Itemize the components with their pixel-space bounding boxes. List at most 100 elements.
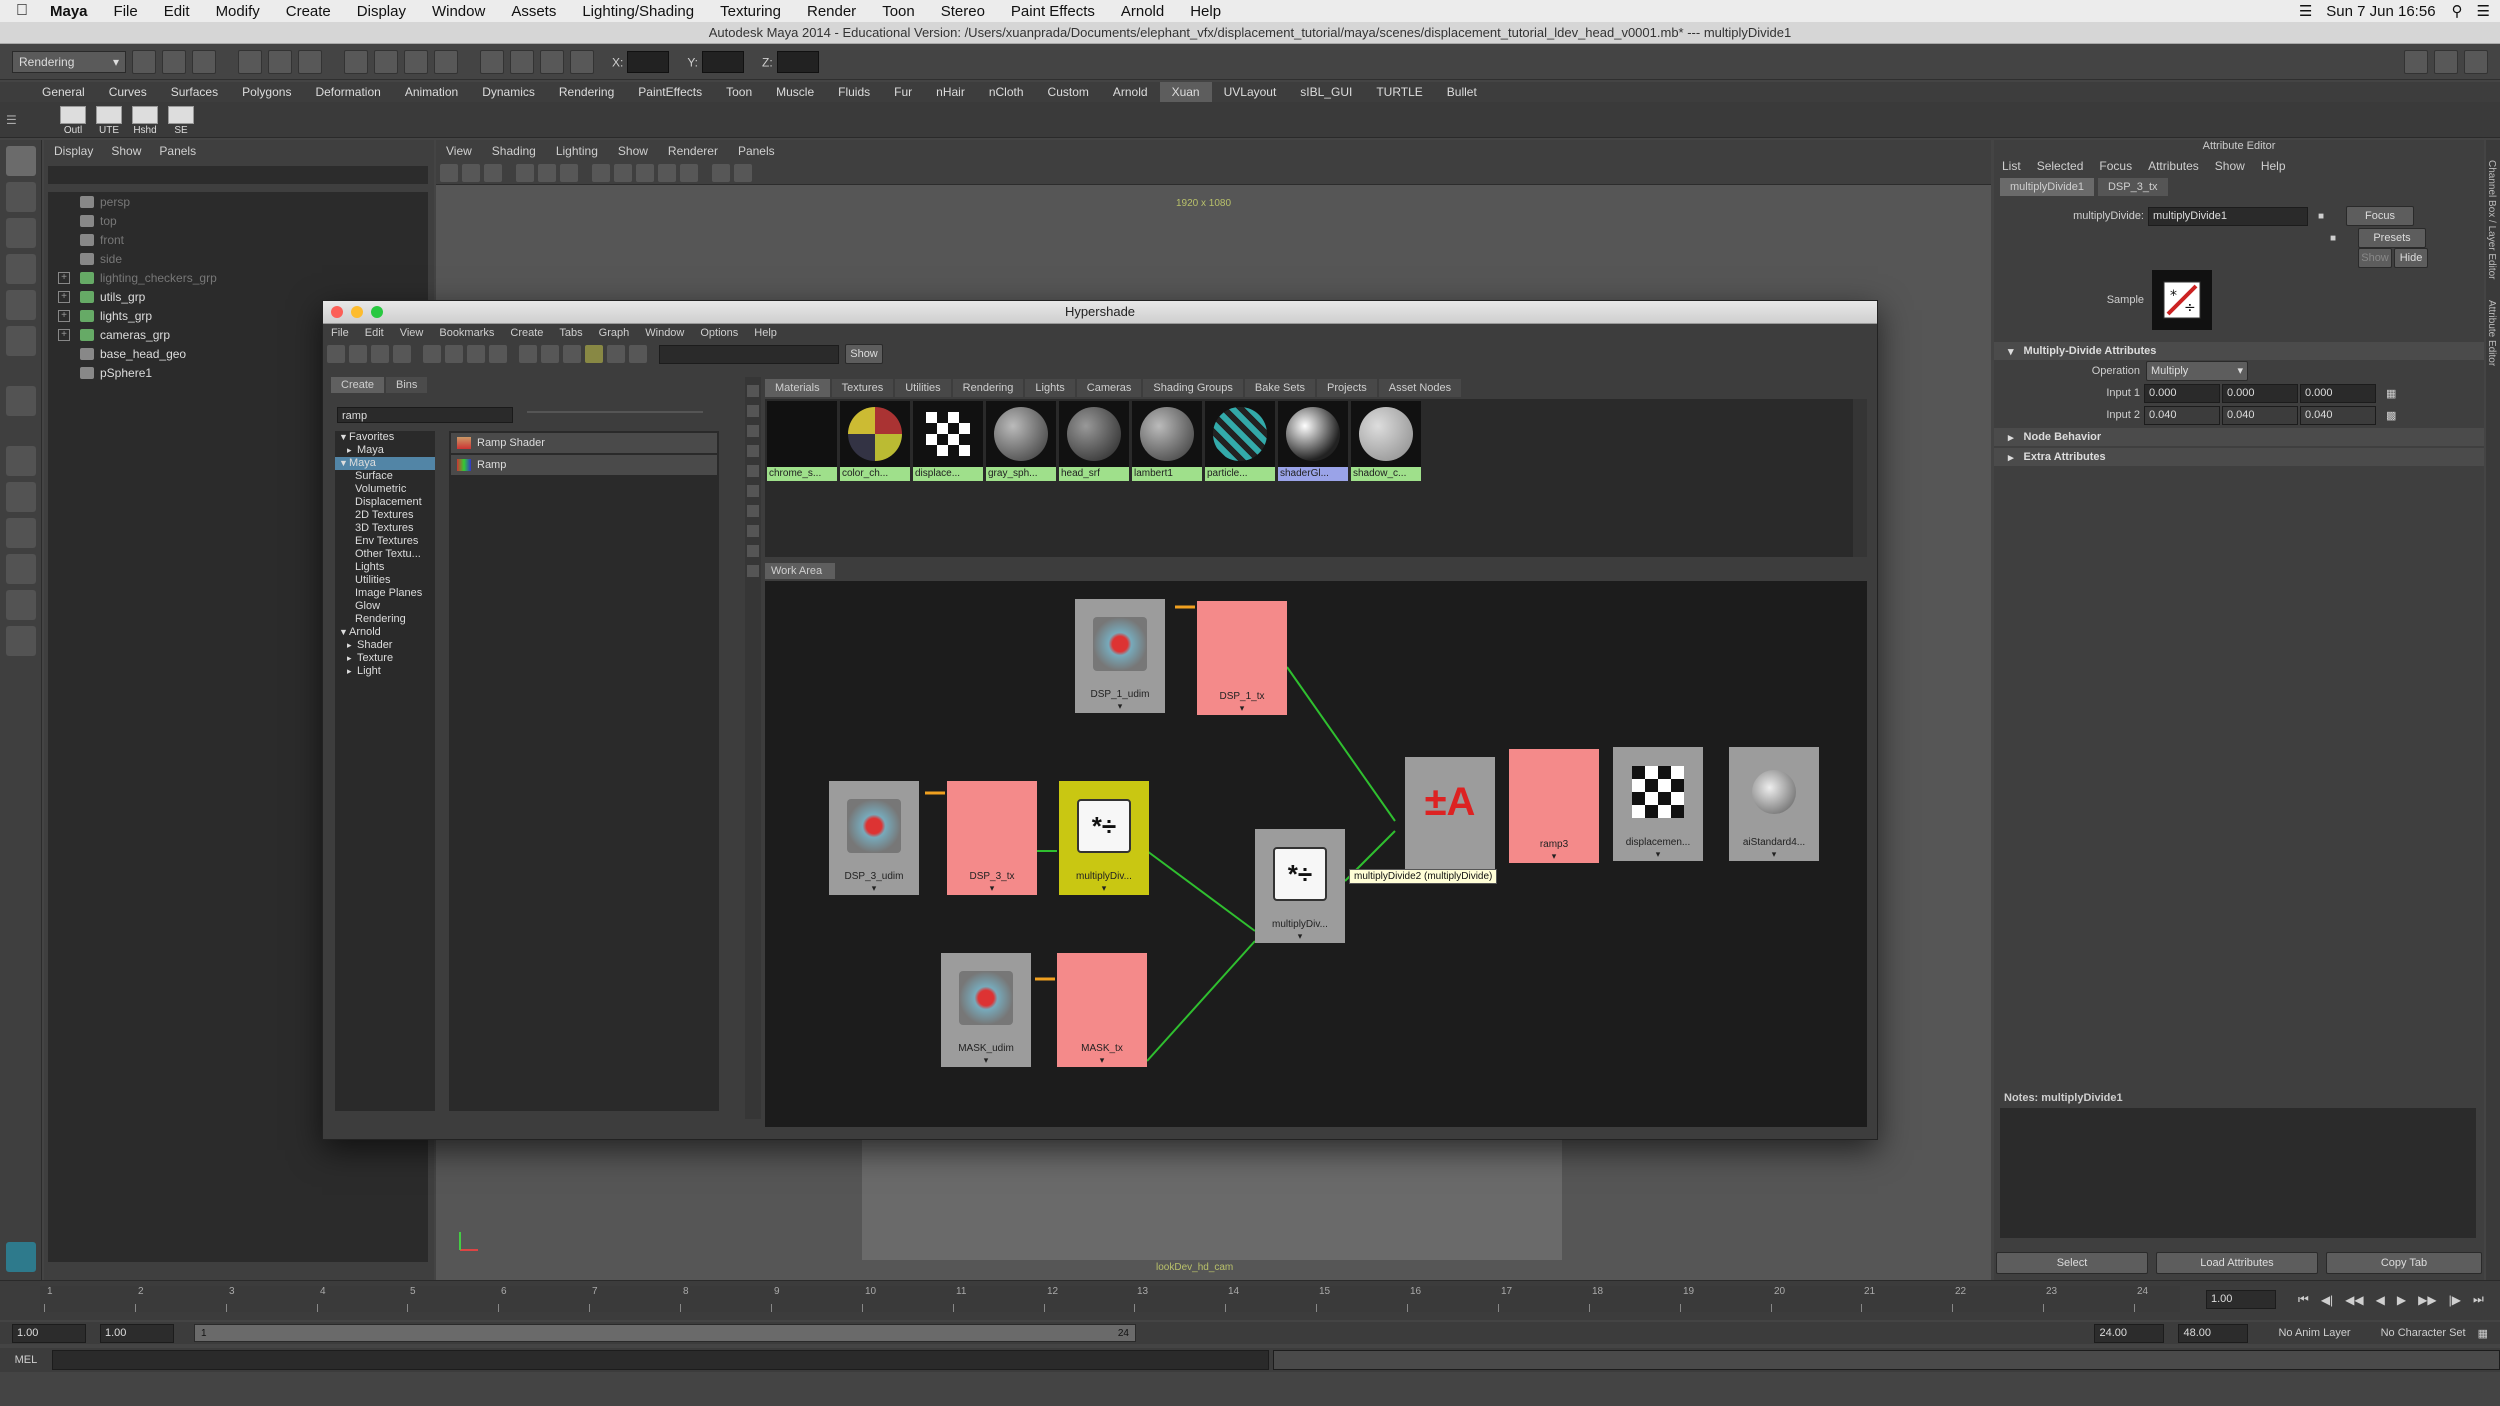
node-displacement[interactable]: displacemen... ▾ xyxy=(1613,747,1703,861)
shelf-tab-uvlayout[interactable]: UVLayout xyxy=(1212,82,1289,102)
hs-menu-tabs[interactable]: Tabs xyxy=(559,327,582,339)
menu-file[interactable]: File xyxy=(114,3,138,20)
tree-item[interactable]: Volumetric xyxy=(335,483,435,496)
chevron-down-icon[interactable]: ▾ xyxy=(1102,883,1107,895)
chevron-down-icon[interactable]: ▾ xyxy=(1100,1055,1105,1067)
chevron-down-icon[interactable]: ▾ xyxy=(1772,849,1777,861)
zoom-icon[interactable] xyxy=(371,306,383,318)
tree-item[interactable]: Env Textures xyxy=(335,535,435,548)
shelf-tab-toon[interactable]: Toon xyxy=(714,82,764,102)
channel-box-tab[interactable]: Channel Box / Layer Editor xyxy=(2486,160,2497,280)
ipr-render-icon[interactable] xyxy=(540,49,564,74)
side-tool-icon[interactable] xyxy=(747,525,759,537)
scale-tool-icon[interactable] xyxy=(5,326,36,356)
menu-render[interactable]: Render xyxy=(807,3,856,20)
show-button[interactable]: Show xyxy=(2358,248,2392,268)
tree-item[interactable]: Surface xyxy=(335,470,435,483)
material-swatch[interactable]: chrome_s... xyxy=(767,401,837,481)
input1-connect-icon[interactable]: ▦ xyxy=(2386,387,2396,400)
x-input[interactable] xyxy=(627,50,670,73)
menu-modify[interactable]: Modify xyxy=(216,3,260,20)
chevron-down-icon[interactable]: ▾ xyxy=(1552,851,1557,863)
tree-item[interactable]: ▼ Arnold xyxy=(335,626,435,639)
tab-utilities[interactable]: Utilities xyxy=(895,379,951,397)
tab-shading-groups[interactable]: Shading Groups xyxy=(1143,379,1243,397)
shelf-tab-ncloth[interactable]: nCloth xyxy=(977,82,1036,102)
graph-output-icon[interactable] xyxy=(445,345,463,363)
operation-select[interactable]: Multiply ▾ xyxy=(2146,361,2248,381)
outliner-menu-panels[interactable]: Panels xyxy=(159,144,196,158)
wireframe-icon[interactable] xyxy=(592,164,610,182)
layout-graph-icon[interactable] xyxy=(5,590,36,620)
menu-create[interactable]: Create xyxy=(286,3,331,20)
create-tree[interactable]: ▼ Favorites ▸ Maya ▼ Maya Surface Volumetric Dis… xyxy=(335,431,435,1111)
tree-item[interactable]: ▸ Light xyxy=(335,665,435,678)
chevron-right-icon[interactable]: ▸ xyxy=(347,639,357,652)
side-tool-icon[interactable] xyxy=(747,385,759,397)
menu-edit[interactable]: Edit xyxy=(164,3,190,20)
material-swatch[interactable]: gray_sph... xyxy=(986,401,1056,481)
outliner-filter-input[interactable] xyxy=(48,166,428,184)
shelf-tab-bullet[interactable]: Bullet xyxy=(1435,82,1489,102)
tree-item[interactable]: ▼ Maya xyxy=(335,457,435,470)
chevron-down-icon[interactable]: ▾ xyxy=(990,883,995,895)
z-field[interactable]: Z: xyxy=(762,50,819,73)
viewport-menu-show[interactable]: Show xyxy=(618,144,648,158)
shelf-tab-custom[interactable]: Custom xyxy=(1036,82,1101,102)
toggle-modeling-toolkit-icon[interactable] xyxy=(2404,49,2428,74)
input2-x[interactable]: 0.040 xyxy=(2144,405,2220,425)
section-multiply-divide[interactable]: ▾ Multiply-Divide Attributes xyxy=(1994,342,2484,360)
notes-textarea[interactable] xyxy=(2000,1108,2476,1238)
snap-plane-icon[interactable] xyxy=(434,49,458,74)
hs-menu-graph[interactable]: Graph xyxy=(599,327,630,339)
menu-icon[interactable]: ☰ xyxy=(2477,2,2490,20)
paint-select-tool-icon[interactable] xyxy=(5,218,36,248)
current-frame-field[interactable]: 1.00 xyxy=(2206,1290,2276,1309)
shelf-tab-curves[interactable]: Curves xyxy=(97,82,159,102)
wifi-icon[interactable]: ☰ xyxy=(2299,2,2312,20)
menu-window[interactable]: Window xyxy=(432,3,485,20)
hs-menu-help[interactable]: Help xyxy=(754,327,777,339)
hs-menu-window[interactable]: Window xyxy=(645,327,684,339)
char-set-select[interactable]: No Character Set xyxy=(2381,1327,2466,1339)
play-back-icon[interactable]: ◀ xyxy=(2376,1293,2385,1307)
attr-menu-help[interactable]: Help xyxy=(2261,159,2286,173)
attr-menu-show[interactable]: Show xyxy=(2215,159,2245,173)
tab-bins[interactable]: Bins xyxy=(386,377,428,393)
goto-end-icon[interactable]: ⏭ xyxy=(2473,1292,2484,1307)
input1-z[interactable]: 0.000 xyxy=(2300,383,2376,403)
timeline-ticks[interactable]: 1 2 3 4 5 6 7 8 9 10 11 12 13 14 15 16 17 18 19 20 21 22 23 24 xyxy=(40,1286,2180,1312)
hs-menu-file[interactable]: File xyxy=(331,327,349,339)
grid-icon[interactable] xyxy=(516,164,534,182)
tree-item[interactable]: Glow xyxy=(335,600,435,613)
create-results[interactable]: Ramp Shader Ramp xyxy=(449,431,719,1111)
hypershade-filter-input[interactable] xyxy=(659,344,839,364)
swatch-scrollbar[interactable] xyxy=(1853,399,1867,557)
y-input[interactable] xyxy=(702,50,745,73)
select-button[interactable]: Select xyxy=(1996,1252,2148,1274)
shelf-tab-deformation[interactable]: Deformation xyxy=(303,82,392,102)
layout-outliner-icon[interactable] xyxy=(5,554,36,584)
tree-item[interactable]: ▸ Texture xyxy=(335,652,435,665)
node-ai-standard[interactable]: aiStandard4... ▾ xyxy=(1729,747,1819,861)
ipr-icon[interactable] xyxy=(607,345,625,363)
focus-button[interactable]: Focus xyxy=(2346,206,2414,226)
texture-view-icon[interactable] xyxy=(563,345,581,363)
graph-input-icon[interactable] xyxy=(423,345,441,363)
result-item[interactable]: Ramp xyxy=(451,455,717,475)
outliner-menu-show[interactable]: Show xyxy=(111,144,141,158)
attr-menu-selected[interactable]: Selected xyxy=(2037,159,2084,173)
swatch-icon[interactable] xyxy=(541,345,559,363)
hypershade-titlebar[interactable]: Hypershade xyxy=(323,301,1877,324)
select-object-icon[interactable] xyxy=(268,49,292,74)
anim-layer-select[interactable]: No Anim Layer xyxy=(2278,1327,2350,1339)
viewport-menu-lighting[interactable]: Lighting xyxy=(556,144,598,158)
input1-y[interactable]: 0.000 xyxy=(2222,383,2298,403)
tree-item[interactable]: ▸ Shader xyxy=(335,639,435,652)
tree-item[interactable]: 2D Textures xyxy=(335,509,435,522)
tree-item[interactable]: Other Textu... xyxy=(335,548,435,561)
chevron-down-icon[interactable]: ▾ xyxy=(1118,701,1123,713)
smooth-shade-icon[interactable] xyxy=(614,164,632,182)
tab-create[interactable]: Create xyxy=(331,377,385,393)
outliner-item[interactable]: front xyxy=(48,230,428,249)
